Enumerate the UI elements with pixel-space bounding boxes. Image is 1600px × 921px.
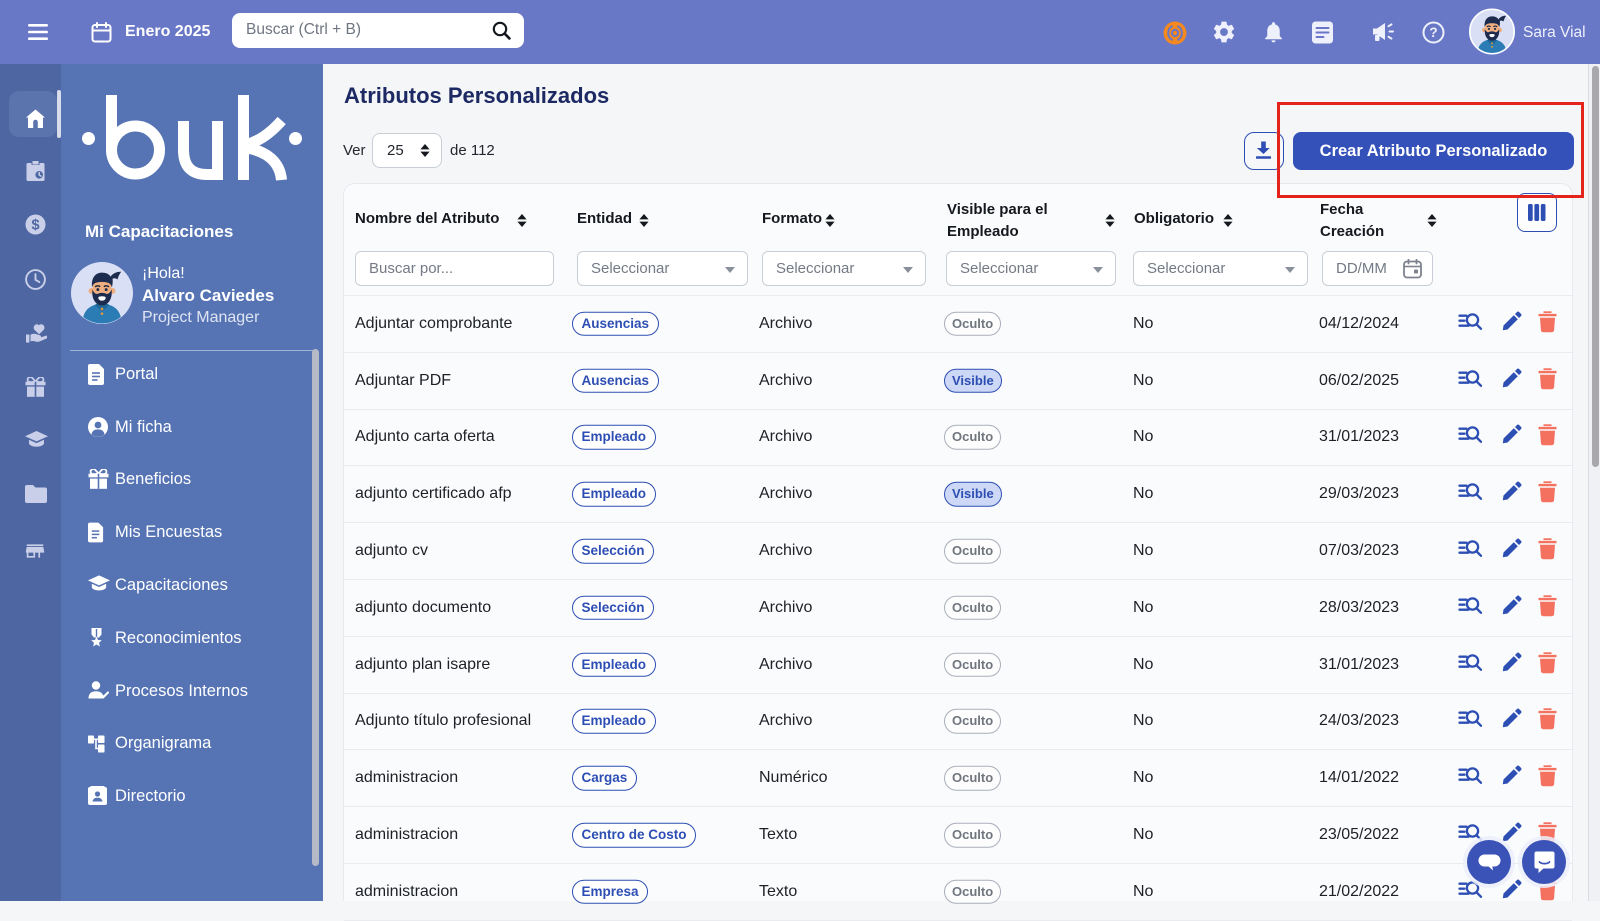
svg-text:$: $ <box>31 218 39 234</box>
svg-text:?: ? <box>1429 25 1437 40</box>
